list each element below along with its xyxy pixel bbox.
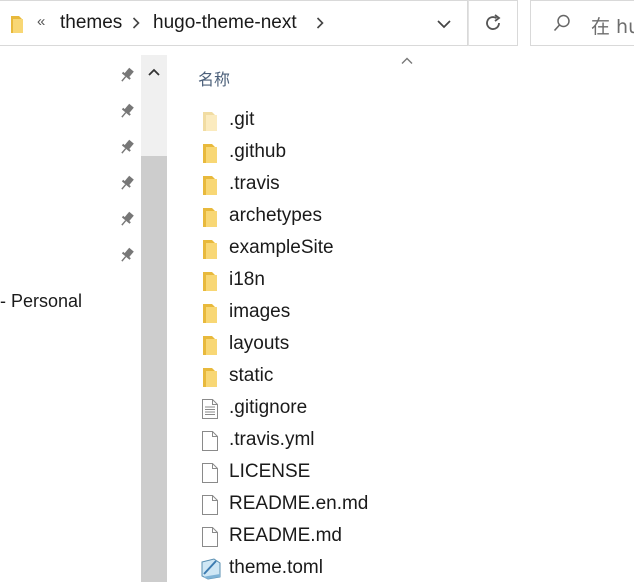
toml-file-icon <box>200 558 221 580</box>
pin-icon[interactable] <box>118 174 136 192</box>
file-list-pane: 名称 .git .github .travis archetypes exampleSi… <box>167 55 634 582</box>
file-name: static <box>229 365 274 386</box>
column-header-name[interactable]: 名称 <box>198 66 230 90</box>
breadcrumb-overflow-button[interactable]: « <box>37 13 45 30</box>
file-name: .github <box>229 141 287 162</box>
refresh-button[interactable] <box>468 0 518 46</box>
search-icon <box>552 13 572 33</box>
address-bar[interactable]: « themes hugo-theme-next <box>0 0 468 46</box>
chevron-right-icon[interactable] <box>132 17 140 29</box>
file-list-item[interactable]: README.md <box>167 521 634 553</box>
nav-item-personal[interactable]: - Personal <box>0 291 82 312</box>
refresh-icon <box>483 13 503 33</box>
file-list-item[interactable]: images <box>167 297 634 329</box>
file-list-item[interactable]: layouts <box>167 329 634 361</box>
search-placeholder: 在 hu <box>591 16 634 38</box>
chevron-down-icon <box>437 19 451 29</box>
pin-icon[interactable] <box>118 246 136 264</box>
folder-icon <box>200 366 220 388</box>
file-name: layouts <box>229 333 290 354</box>
pin-icon[interactable] <box>118 210 136 228</box>
chevron-right-icon[interactable] <box>316 17 324 29</box>
file-explorer-window: « themes hugo-theme-next 在 h - Personal … <box>0 0 634 582</box>
file-name: .travis.yml <box>229 429 315 450</box>
chevron-up-icon <box>148 68 160 76</box>
folder-icon <box>200 206 220 228</box>
blank-file-icon <box>200 430 220 452</box>
file-list-item[interactable]: exampleSite <box>167 233 634 265</box>
file-list-item[interactable]: theme.toml <box>167 553 634 582</box>
pin-icon[interactable] <box>118 138 136 156</box>
file-list-item[interactable]: README.en.md <box>167 489 634 521</box>
file-list-item[interactable]: .git <box>167 105 634 137</box>
folder-icon <box>200 238 220 260</box>
file-name: README.md <box>229 525 342 546</box>
file-name: .gitignore <box>229 397 308 418</box>
address-history-dropdown[interactable] <box>429 12 459 36</box>
pin-icon[interactable] <box>118 102 136 120</box>
navigation-pane: - Personal <box>0 55 167 582</box>
sort-ascending-icon <box>401 57 413 65</box>
file-name: archetypes <box>229 205 322 226</box>
file-name: i18n <box>229 269 265 290</box>
folder-icon <box>200 302 220 324</box>
file-name: .travis <box>229 173 280 194</box>
breadcrumb-item-hugo-theme-next[interactable]: hugo-theme-next <box>153 12 297 34</box>
breadcrumb-item-themes[interactable]: themes <box>60 12 122 34</box>
file-name: exampleSite <box>229 237 334 258</box>
folder-icon <box>200 110 220 132</box>
file-list-item[interactable]: static <box>167 361 634 393</box>
scroll-up-button[interactable] <box>141 55 167 89</box>
pin-icon[interactable] <box>118 66 136 84</box>
file-list-item[interactable]: i18n <box>167 265 634 297</box>
blank-file-icon <box>200 526 220 548</box>
folder-icon <box>9 14 25 34</box>
folder-icon <box>200 270 220 292</box>
file-list: .git .github .travis archetypes exampleSite i… <box>167 105 634 582</box>
file-name: theme.toml <box>229 557 323 578</box>
file-list-item[interactable]: .github <box>167 137 634 169</box>
blank-file-icon <box>200 462 220 484</box>
folder-icon <box>200 334 220 356</box>
file-list-item[interactable]: archetypes <box>167 201 634 233</box>
file-list-item[interactable]: LICENSE <box>167 457 634 489</box>
search-input[interactable]: 在 hu <box>530 0 634 46</box>
scroll-thumb[interactable] <box>141 156 167 582</box>
text-file-icon <box>200 398 220 420</box>
blank-file-icon <box>200 494 220 516</box>
file-name: LICENSE <box>229 461 311 482</box>
file-list-item[interactable]: .travis.yml <box>167 425 634 457</box>
file-name: images <box>229 301 291 322</box>
folder-icon <box>200 142 220 164</box>
file-list-item[interactable]: .travis <box>167 169 634 201</box>
file-name: README.en.md <box>229 493 369 514</box>
file-name: .git <box>229 109 255 130</box>
folder-icon <box>200 174 220 196</box>
nav-scrollbar[interactable] <box>141 55 167 582</box>
file-list-item[interactable]: .gitignore <box>167 393 634 425</box>
address-bar-row: « themes hugo-theme-next 在 h <box>0 0 634 55</box>
